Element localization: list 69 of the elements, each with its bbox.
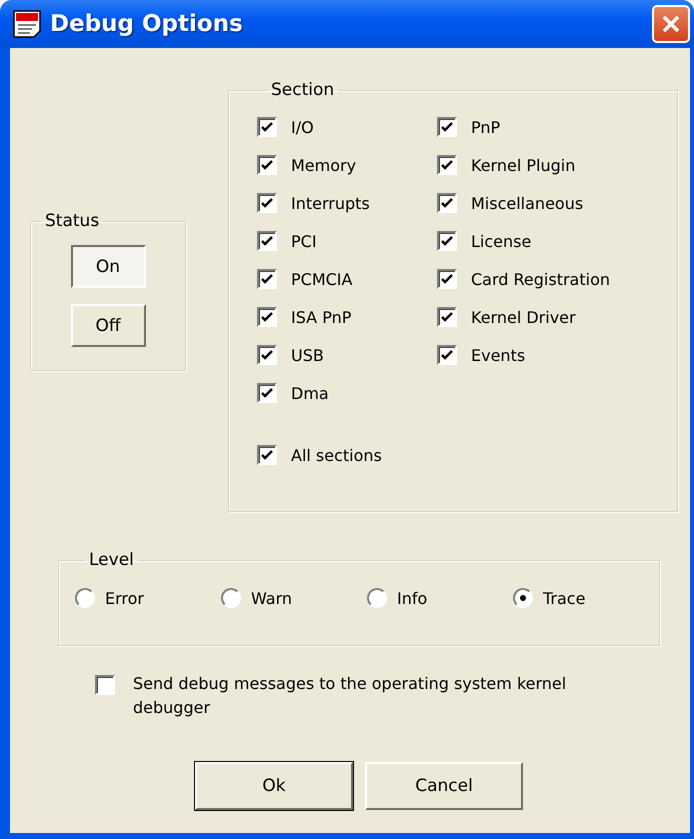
radio-button[interactable] xyxy=(221,588,241,608)
radio-label[interactable]: Error xyxy=(105,588,144,608)
checkbox-label[interactable]: PCI xyxy=(291,232,317,250)
checkbox-label[interactable]: Miscellaneous xyxy=(471,194,584,212)
close-button[interactable] xyxy=(652,5,690,43)
checkmark-icon xyxy=(260,120,274,134)
checkmark-icon xyxy=(440,158,454,172)
checkbox[interactable] xyxy=(257,307,277,327)
checkmark-icon xyxy=(440,348,454,362)
checkbox[interactable] xyxy=(257,383,277,403)
checkbox-label[interactable]: Events xyxy=(471,346,526,364)
close-icon xyxy=(660,13,682,35)
radio-label[interactable]: Info xyxy=(397,588,428,608)
checkbox[interactable] xyxy=(437,269,457,289)
radio-button[interactable] xyxy=(367,588,387,608)
checkbox[interactable] xyxy=(257,117,277,137)
checkmark-icon xyxy=(260,448,274,462)
checkbox-label[interactable]: Card Registration xyxy=(471,270,610,288)
checkbox-label[interactable]: I/O xyxy=(291,118,314,136)
radio-label[interactable]: Warn xyxy=(251,588,292,608)
checkbox-label[interactable]: Memory xyxy=(291,156,356,174)
cancel-button[interactable]: Cancel xyxy=(365,762,523,810)
checkbox-label[interactable]: PnP xyxy=(471,118,500,136)
checkmark-icon xyxy=(260,196,274,210)
checkbox-label[interactable]: USB xyxy=(291,346,324,364)
checkmark-icon xyxy=(260,234,274,248)
checkbox[interactable] xyxy=(257,269,277,289)
checkmark-icon xyxy=(260,158,274,172)
toggle-button[interactable]: On xyxy=(70,245,146,288)
checkbox[interactable] xyxy=(437,307,457,327)
group-label: Status xyxy=(44,211,100,231)
checkmark-icon xyxy=(260,386,274,400)
checkbox[interactable] xyxy=(257,445,277,465)
checkbox-label[interactable]: ISA PnP xyxy=(291,308,352,326)
checkbox[interactable] xyxy=(437,117,457,137)
checkmark-icon xyxy=(260,272,274,286)
checkbox-label[interactable]: PCMCIA xyxy=(291,270,352,288)
toggle-button[interactable]: Off xyxy=(70,304,146,347)
checkmark-icon xyxy=(440,196,454,210)
checkbox[interactable] xyxy=(257,155,277,175)
window-title: Debug Options xyxy=(50,11,244,37)
group-label: Section xyxy=(270,80,336,100)
ok-button[interactable]: Ok xyxy=(195,762,353,810)
checkbox[interactable] xyxy=(95,675,115,695)
group-label: Level xyxy=(88,550,135,570)
radio-button[interactable] xyxy=(75,588,95,608)
checkbox-label[interactable]: Dma xyxy=(291,384,329,402)
checkbox[interactable] xyxy=(437,345,457,365)
checkbox[interactable] xyxy=(257,193,277,213)
checkbox-label[interactable]: Kernel Driver xyxy=(471,308,576,326)
checkbox[interactable] xyxy=(257,231,277,251)
checkbox-label[interactable]: All sections xyxy=(291,446,382,464)
checkbox[interactable] xyxy=(437,155,457,175)
checkbox[interactable] xyxy=(257,345,277,365)
radio-label[interactable]: Trace xyxy=(543,588,586,608)
checkmark-icon xyxy=(440,234,454,248)
checkmark-icon xyxy=(440,120,454,134)
log-icon xyxy=(12,9,42,39)
checkbox-label[interactable]: Send debug messages to the operating system kernel debugger xyxy=(133,672,575,720)
checkbox[interactable] xyxy=(437,193,457,213)
checkbox-label[interactable]: Kernel Plugin xyxy=(471,156,576,174)
checkmark-icon xyxy=(440,272,454,286)
checkbox-label[interactable]: License xyxy=(471,232,532,250)
checkmark-icon xyxy=(260,310,274,324)
checkbox[interactable] xyxy=(437,231,457,251)
checkmark-icon xyxy=(440,310,454,324)
radio-button[interactable] xyxy=(513,588,533,608)
checkbox-label[interactable]: Interrupts xyxy=(291,194,370,212)
checkmark-icon xyxy=(260,348,274,362)
